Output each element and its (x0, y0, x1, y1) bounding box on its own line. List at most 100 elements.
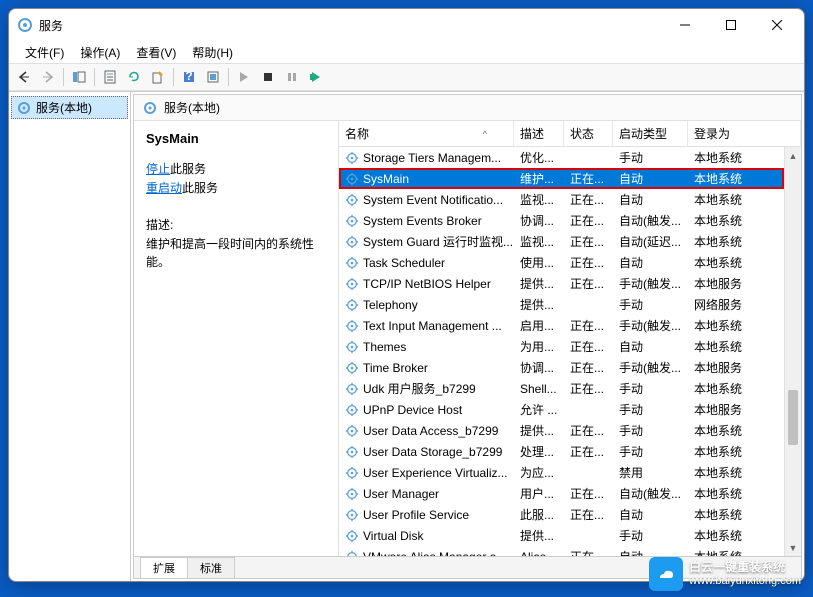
service-desc: 协调... (514, 212, 564, 229)
service-name: Themes (363, 340, 406, 354)
service-desc: 用户... (514, 485, 564, 502)
minimize-button[interactable] (662, 10, 708, 40)
service-status: 正在... (564, 443, 613, 460)
service-row[interactable]: User Data Access_b7299提供...正在...手动本地系统 (339, 420, 784, 441)
service-name: Telephony (363, 298, 418, 312)
service-row[interactable]: SysMain维护...正在...自动本地系统 (339, 168, 784, 189)
main-pane: 服务(本地) SysMain 停止此服务 重启动此服务 描述: 维护和提高一段时… (133, 94, 802, 579)
service-logon: 本地系统 (688, 443, 784, 460)
window-controls (662, 10, 800, 40)
column-header-logon[interactable]: 登录为 (688, 121, 801, 146)
pause-service-button[interactable] (281, 66, 303, 88)
service-row[interactable]: System Events Broker协调...正在...自动(触发...本地… (339, 210, 784, 231)
service-status: 正在... (564, 422, 613, 439)
service-row[interactable]: Udk 用户服务_b7299Shell...正在...手动本地系统 (339, 378, 784, 399)
separator (94, 68, 95, 86)
main-header: 服务(本地) (134, 95, 801, 121)
scrollbar[interactable]: ▲ ▼ (784, 147, 801, 556)
restart-service-link[interactable]: 重启动 (146, 181, 182, 195)
service-name: System Events Broker (363, 214, 482, 228)
close-button[interactable] (754, 10, 800, 40)
service-logon: 本地服务 (688, 401, 784, 418)
service-row[interactable]: Storage Tiers Managem...优化...手动本地系统 (339, 147, 784, 168)
scroll-down-button[interactable]: ▼ (785, 539, 801, 556)
service-name: System Event Notificatio... (363, 193, 503, 207)
export-button[interactable] (147, 66, 169, 88)
service-name: UPnP Device Host (363, 403, 462, 417)
service-logon: 本地系统 (688, 380, 784, 397)
service-start: 自动 (613, 506, 688, 523)
service-row[interactable]: VMware Alias Manager aAlias正在自动本地系统 (339, 546, 784, 556)
refresh-button[interactable] (123, 66, 145, 88)
service-logon: 本地系统 (688, 170, 784, 187)
service-name: Time Broker (363, 361, 428, 375)
service-row[interactable]: Task Scheduler使用...正在...自动本地系统 (339, 252, 784, 273)
service-start: 手动 (613, 527, 688, 544)
service-desc: 协调... (514, 359, 564, 376)
scroll-thumb[interactable] (788, 390, 798, 445)
tab-extended[interactable]: 扩展 (140, 557, 188, 578)
maximize-button[interactable] (708, 10, 754, 40)
column-header-start[interactable]: 启动类型 (613, 121, 688, 146)
service-start: 自动 (613, 338, 688, 355)
service-row[interactable]: Virtual Disk提供...手动本地系统 (339, 525, 784, 546)
service-row[interactable]: Time Broker协调...正在...手动(触发...本地服务 (339, 357, 784, 378)
menu-action[interactable]: 操作(A) (72, 42, 128, 63)
service-name: SysMain (363, 172, 409, 186)
column-header-desc[interactable]: 描述 (514, 121, 564, 146)
service-logon: 本地系统 (688, 338, 784, 355)
service-status: 正在... (564, 254, 613, 271)
service-desc: Shell... (514, 382, 564, 396)
service-logon: 本地系统 (688, 527, 784, 544)
show-hide-tree-button[interactable] (68, 66, 90, 88)
scroll-up-button[interactable]: ▲ (785, 147, 801, 164)
start-service-button[interactable] (233, 66, 255, 88)
back-button[interactable] (13, 66, 35, 88)
service-row[interactable]: Text Input Management ...启用...正在...手动(触发… (339, 315, 784, 336)
watermark-logo (649, 557, 683, 591)
content-area: 服务(本地) 服务(本地) SysMain 停止此服务 重启动此服务 描述: 维… (9, 91, 804, 581)
column-header-status[interactable]: 状态 (564, 121, 613, 146)
stop-service-link[interactable]: 停止 (146, 162, 170, 176)
service-row[interactable]: UPnP Device Host允许 ...手动本地服务 (339, 399, 784, 420)
service-row[interactable]: System Event Notificatio...监视...正在...自动本… (339, 189, 784, 210)
separator (63, 68, 64, 86)
service-row[interactable]: User Manager用户...正在...自动(触发...本地系统 (339, 483, 784, 504)
forward-button[interactable] (37, 66, 59, 88)
service-logon: 本地服务 (688, 359, 784, 376)
service-status: 正在... (564, 359, 613, 376)
toolbar-button[interactable] (202, 66, 224, 88)
service-logon: 本地系统 (688, 149, 784, 166)
service-row[interactable]: User Profile Service此服...正在...自动本地系统 (339, 504, 784, 525)
service-row[interactable]: Telephony提供...手动网络服务 (339, 294, 784, 315)
service-actions: 停止此服务 重启动此服务 (146, 160, 326, 198)
service-desc: 为应... (514, 464, 564, 481)
service-start: 自动 (613, 191, 688, 208)
properties-button[interactable] (99, 66, 121, 88)
service-desc: 提供... (514, 275, 564, 292)
menu-help[interactable]: 帮助(H) (184, 42, 241, 63)
service-logon: 本地系统 (688, 254, 784, 271)
service-start: 自动(触发... (613, 485, 688, 502)
service-row[interactable]: User Experience Virtualiz...为应...禁用本地系统 (339, 462, 784, 483)
tree-root-node[interactable]: 服务(本地) (11, 96, 128, 119)
watermark-url: www.baiyunxitong.com (689, 575, 801, 587)
service-row[interactable]: Themes为用...正在...自动本地系统 (339, 336, 784, 357)
services-icon (16, 100, 32, 116)
menu-file[interactable]: 文件(F) (17, 42, 72, 63)
service-name: User Profile Service (363, 508, 469, 522)
stop-service-button[interactable] (257, 66, 279, 88)
column-header-name[interactable]: 名称^ (339, 121, 514, 146)
help-button[interactable]: ? (178, 66, 200, 88)
menu-view[interactable]: 查看(V) (128, 42, 184, 63)
service-row[interactable]: User Data Storage_b7299处理...正在...手动本地系统 (339, 441, 784, 462)
description-text: 维护和提高一段时间内的系统性能。 (146, 235, 326, 271)
tab-standard[interactable]: 标准 (187, 557, 235, 578)
service-row[interactable]: TCP/IP NetBIOS Helper提供...正在...手动(触发...本… (339, 273, 784, 294)
watermark-brand: 白云一键重装系统 (689, 561, 801, 574)
service-status: 正在... (564, 506, 613, 523)
list-body[interactable]: Storage Tiers Managem...优化...手动本地系统SysMa… (339, 147, 784, 556)
service-logon: 本地系统 (688, 485, 784, 502)
restart-service-button[interactable] (305, 66, 327, 88)
service-row[interactable]: System Guard 运行时监视...监视...正在...自动(延迟...本… (339, 231, 784, 252)
